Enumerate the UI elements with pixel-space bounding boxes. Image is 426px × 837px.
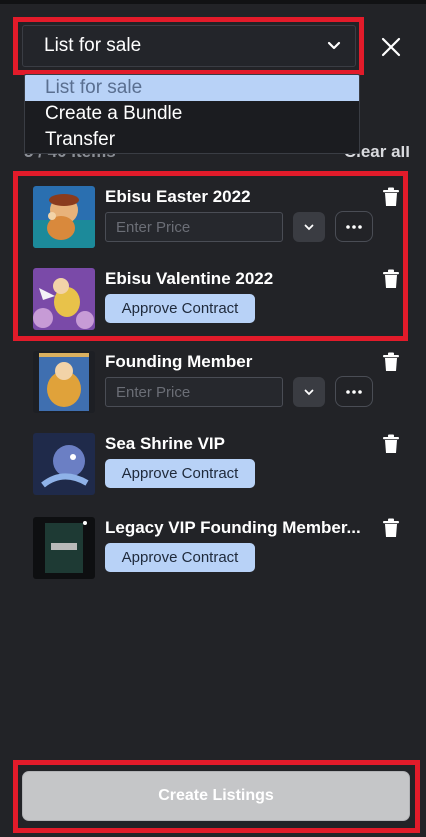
nft-thumbnail — [33, 433, 95, 495]
currency-dropdown-button[interactable] — [293, 377, 325, 407]
chevron-down-icon — [304, 389, 314, 395]
highlight-select — [13, 17, 364, 75]
price-input[interactable] — [105, 377, 283, 407]
item-title: Sea Shrine VIP — [105, 434, 225, 453]
more-options-button[interactable] — [335, 376, 373, 407]
highlight-create-listings — [13, 760, 420, 833]
close-icon[interactable] — [378, 34, 404, 60]
nft-thumbnail — [33, 351, 95, 413]
highlight-selected-items — [13, 171, 408, 341]
option-list-for-sale[interactable]: List for sale — [25, 75, 359, 101]
top-border — [0, 0, 426, 4]
list-item: Sea Shrine VIP Approve Contract — [0, 433, 426, 503]
approve-contract-button[interactable]: Approve Contract — [105, 543, 255, 572]
option-transfer[interactable]: Transfer — [25, 127, 359, 153]
item-title: Founding Member — [105, 352, 253, 371]
option-create-bundle[interactable]: Create a Bundle — [25, 101, 359, 127]
trash-icon[interactable] — [382, 518, 400, 538]
list-item: Legacy VIP Founding Member... Approve Co… — [0, 517, 426, 587]
list-item: Founding Member — [0, 351, 426, 421]
approve-contract-button[interactable]: Approve Contract — [105, 459, 255, 488]
trash-icon[interactable] — [382, 352, 400, 372]
action-dropdown: List for sale Create a Bundle Transfer — [24, 74, 360, 154]
trash-icon[interactable] — [382, 434, 400, 454]
item-title: Legacy VIP Founding Member... — [105, 518, 361, 537]
more-dots-icon — [346, 389, 362, 394]
nft-thumbnail — [33, 517, 95, 579]
